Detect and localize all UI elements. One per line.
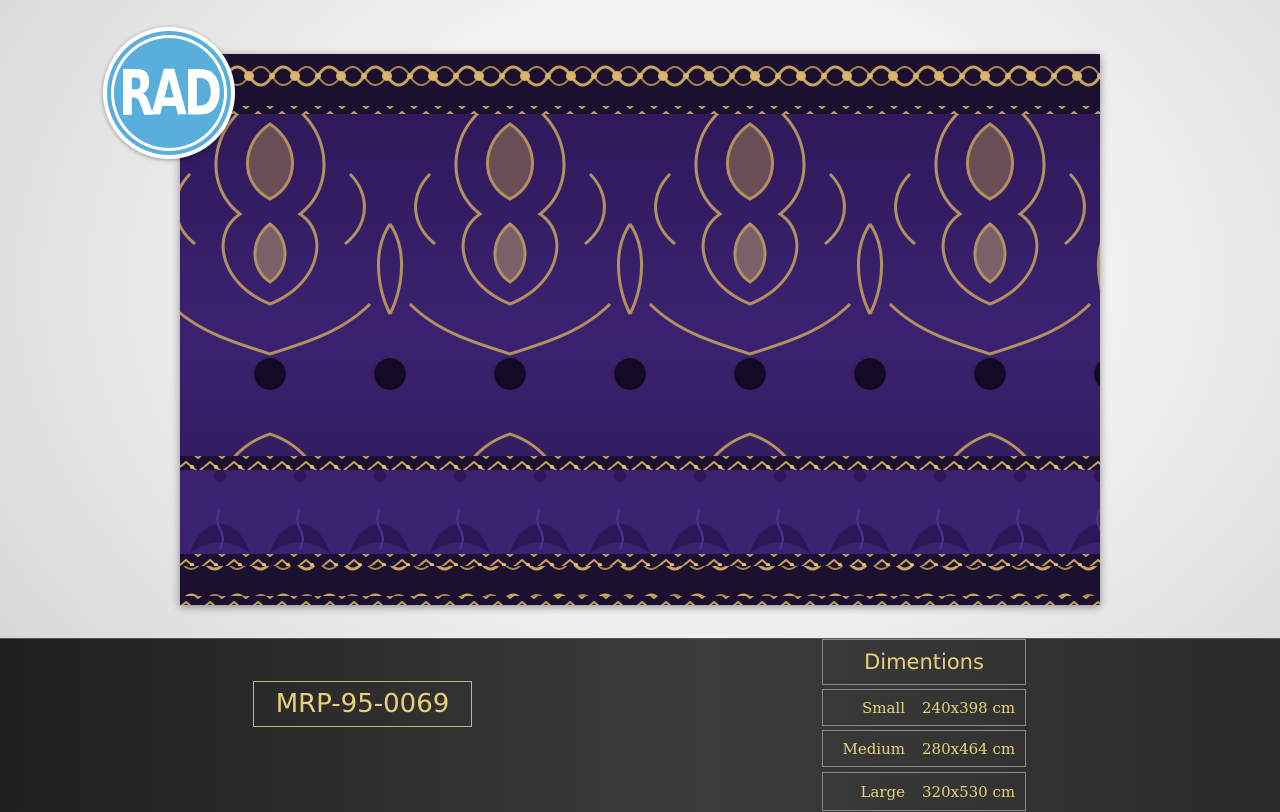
- rug-pattern: [180, 54, 1100, 605]
- size-label: Medium: [842, 739, 905, 758]
- size-value: 320x530 cm: [922, 782, 1016, 801]
- size-value: 240x398 cm: [922, 698, 1016, 717]
- size-row-small: Small 240x398 cm: [822, 689, 1026, 726]
- size-value: 280x464 cm: [922, 739, 1016, 758]
- size-label: Small: [861, 698, 905, 717]
- product-code: MRP-95-0069: [253, 681, 472, 727]
- logo-text: RAD: [118, 56, 222, 130]
- logo-ring: RAD: [111, 35, 227, 151]
- size-row-medium: Medium 280x464 cm: [822, 730, 1026, 767]
- dimensions-title: Dimentions: [822, 639, 1026, 685]
- info-footer: [0, 638, 1280, 812]
- rug-image: [180, 54, 1100, 605]
- size-row-large: Large 320x530 cm: [822, 772, 1026, 811]
- size-label: Large: [860, 782, 905, 801]
- brand-logo: RAD: [103, 27, 235, 159]
